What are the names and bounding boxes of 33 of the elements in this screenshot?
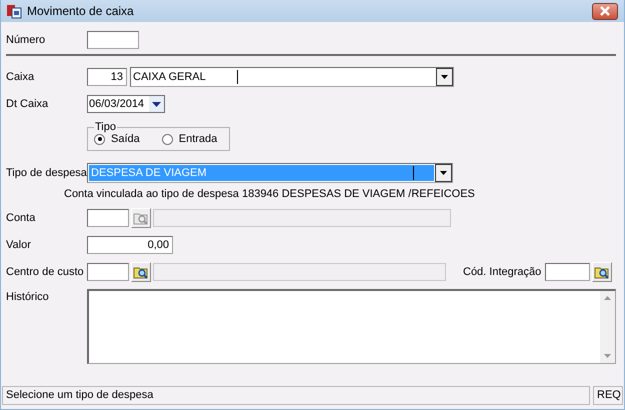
search-button[interactable] [592,262,612,282]
field-label: Caixa [6,71,36,83]
search-button[interactable] [131,262,151,282]
field-label: Tipo de despesa [6,167,87,179]
cost-center-field[interactable] [87,263,129,281]
account-field[interactable] [87,209,129,227]
caret-icon [441,75,448,79]
field-label: Dt Caixa [6,98,50,110]
field-label: Número [6,34,46,46]
app-icon [6,3,22,19]
date-picker[interactable]: 06/03/2014 [87,95,165,113]
number-field[interactable] [87,31,139,49]
code-field[interactable]: 13 [87,68,127,86]
close-button[interactable] [592,2,618,20]
caret-icon [152,102,161,106]
radio-option[interactable]: Entrada [162,133,218,145]
group-label: Tipo [94,121,117,133]
status-indicator: REQ [593,386,623,405]
field-label: Histórico [6,291,50,303]
radio-option[interactable]: Saída [94,133,140,145]
history-textarea[interactable] [87,289,616,364]
window-title: Movimento de caixa [27,4,134,18]
amount-field[interactable]: 0,00 [87,236,173,254]
cashbox-dropdown[interactable]: CAIXA GERAL [130,67,454,87]
linked-account-text: Conta vinculada ao tipo de despesa 183946 DESPESAS DE VIAGEM /REFEICOES [63,188,476,202]
close-icon [599,6,611,16]
caret-icon [440,171,447,175]
integration-code-field[interactable] [545,263,590,281]
field-label: Conta [6,212,36,224]
field-label: Cód. Integração [463,266,542,278]
field-label: Centro de custo [6,266,85,278]
field-label: Valor [6,239,32,251]
status-message: Selecione um tipo de despesa [2,386,590,405]
